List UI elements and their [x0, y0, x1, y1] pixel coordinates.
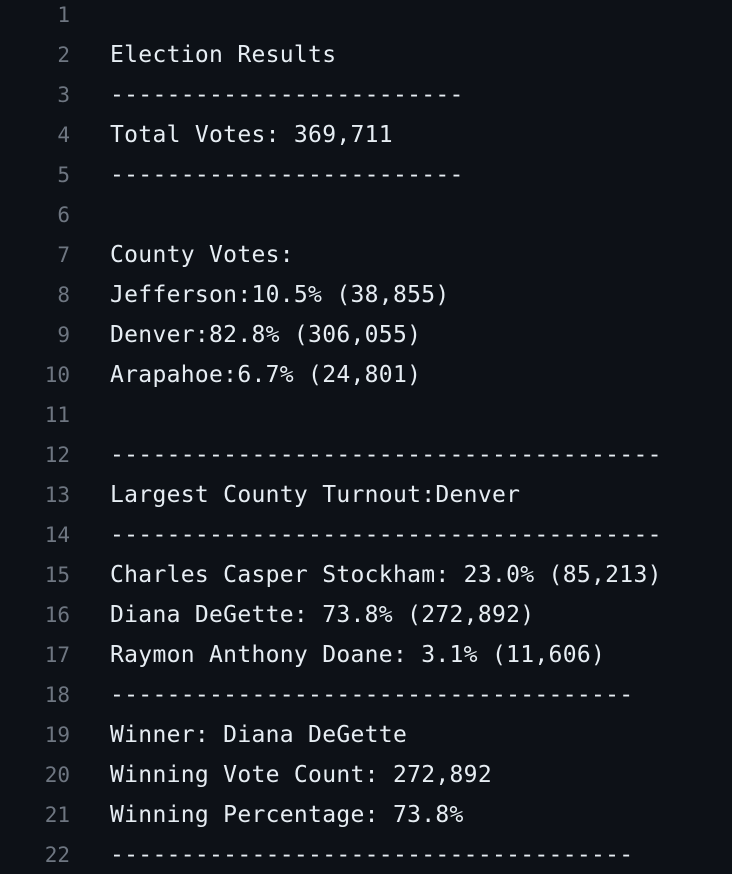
line-number: 11: [44, 403, 70, 427]
line-text[interactable]: Diana DeGette: 73.8% (272,892): [110, 602, 534, 628]
code-line: 12 -------------------------------------…: [0, 435, 732, 475]
line-text[interactable]: Winning Vote Count: 272,892: [110, 762, 492, 788]
line-number: 21: [44, 803, 70, 827]
line-number: 12: [44, 443, 70, 467]
line-number: 3: [57, 83, 70, 107]
code-line: 4 Total Votes: 369,711: [0, 115, 732, 155]
line-number: 22: [44, 843, 70, 867]
code-line: 11: [0, 395, 732, 435]
code-line: 3 -------------------------: [0, 75, 732, 115]
line-number: 20: [44, 763, 70, 787]
line-text[interactable]: Denver:82.8% (306,055): [110, 322, 421, 348]
line-text[interactable]: -------------------------------------: [110, 842, 633, 868]
line-text[interactable]: Winner: Diana DeGette: [110, 722, 407, 748]
line-text[interactable]: County Votes:: [110, 242, 294, 268]
code-line: 2 Election Results: [0, 35, 732, 75]
line-text[interactable]: Charles Casper Stockham: 23.0% (85,213): [110, 562, 662, 588]
line-text[interactable]: Election Results: [110, 42, 336, 68]
code-viewer: 1 2 Election Results 3 -----------------…: [0, 0, 732, 874]
code-line: 5 -------------------------: [0, 155, 732, 195]
code-line: 8 Jefferson:10.5% (38,855): [0, 275, 732, 315]
code-line: 22 -------------------------------------: [0, 835, 732, 874]
line-number: 19: [44, 723, 70, 747]
line-number: 1: [57, 3, 70, 27]
code-line: 9 Denver:82.8% (306,055): [0, 315, 732, 355]
line-text[interactable]: Total Votes: 369,711: [110, 122, 393, 148]
line-number: 15: [44, 563, 70, 587]
code-line: 7 County Votes:: [0, 235, 732, 275]
code-line: 14 -------------------------------------…: [0, 515, 732, 555]
code-line: 19 Winner: Diana DeGette: [0, 715, 732, 755]
line-number: 8: [57, 283, 70, 307]
line-text[interactable]: Arapahoe:6.7% (24,801): [110, 362, 421, 388]
line-text[interactable]: -------------------------------------: [110, 682, 633, 708]
line-number: 5: [57, 163, 70, 187]
line-number: 4: [57, 123, 70, 147]
line-number: 16: [44, 603, 70, 627]
line-number: 10: [44, 363, 70, 387]
code-line: 18 -------------------------------------: [0, 675, 732, 715]
code-line: 20 Winning Vote Count: 272,892: [0, 755, 732, 795]
line-number: 17: [44, 643, 70, 667]
line-number: 7: [57, 243, 70, 267]
code-line: 1: [0, 0, 732, 35]
line-text[interactable]: Winning Percentage: 73.8%: [110, 802, 464, 828]
code-line: 16 Diana DeGette: 73.8% (272,892): [0, 595, 732, 635]
line-text[interactable]: -------------------------: [110, 82, 464, 108]
line-text[interactable]: Jefferson:10.5% (38,855): [110, 282, 450, 308]
code-line: 15 Charles Casper Stockham: 23.0% (85,21…: [0, 555, 732, 595]
line-number: 6: [57, 203, 70, 227]
line-text[interactable]: -------------------------: [110, 162, 464, 188]
line-text[interactable]: ---------------------------------------: [110, 442, 662, 468]
code-line: 13 Largest County Turnout:Denver: [0, 475, 732, 515]
code-line: 17 Raymon Anthony Doane: 3.1% (11,606): [0, 635, 732, 675]
code-line: 21 Winning Percentage: 73.8%: [0, 795, 732, 835]
line-text[interactable]: Largest County Turnout:Denver: [110, 482, 520, 508]
line-number: 9: [57, 323, 70, 347]
line-text[interactable]: ---------------------------------------: [110, 522, 662, 548]
line-number: 2: [57, 43, 70, 67]
line-text[interactable]: Raymon Anthony Doane: 3.1% (11,606): [110, 642, 605, 668]
line-number: 14: [44, 523, 70, 547]
code-line: 6: [0, 195, 732, 235]
line-number: 18: [44, 683, 70, 707]
line-number: 13: [44, 483, 70, 507]
code-line: 10 Arapahoe:6.7% (24,801): [0, 355, 732, 395]
